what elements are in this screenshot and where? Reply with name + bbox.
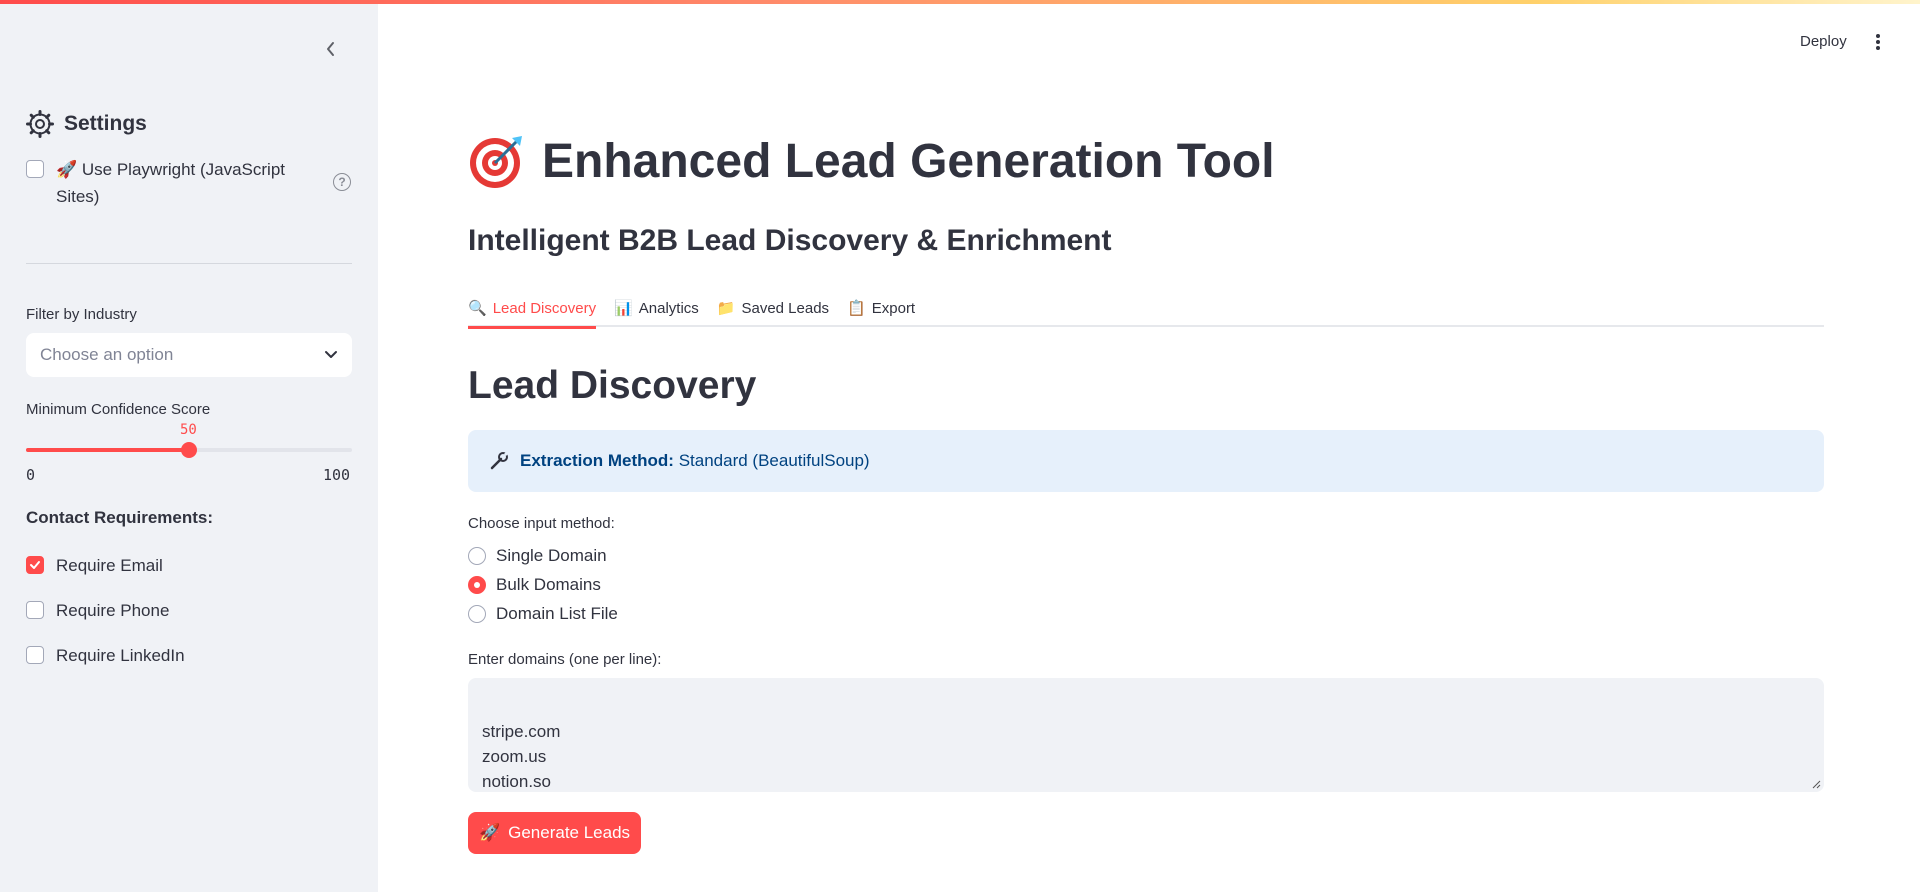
require-linkedin-checkbox-box[interactable] [26,646,44,664]
sidebar: Settings 🚀 Use Playwright (JavaScript Si… [0,0,378,892]
bar-chart-icon: 📊 [614,299,633,317]
settings-header: Settings [26,110,147,138]
wrench-icon [490,451,509,470]
require-email-checkbox-box[interactable] [26,556,44,574]
radio-button[interactable] [468,547,486,565]
require-email-label: Require Email [56,556,163,575]
playwright-checkbox-label: 🚀 Use Playwright (JavaScript Sites) [56,160,286,206]
radio-domain-list-file[interactable]: Domain List File [468,604,618,624]
extraction-method-value: Standard (BeautifulSoup) [678,451,870,470]
playwright-checkbox[interactable]: 🚀 Use Playwright (JavaScript Sites) [26,156,316,210]
collapse-sidebar-button[interactable] [318,36,344,62]
confidence-score-label: Minimum Confidence Score [26,401,211,418]
contact-requirements-title: Contact Requirements: [26,508,214,527]
radio-single-domain[interactable]: Single Domain [468,546,607,566]
tab-saved-leads[interactable]: 📁 Saved Leads [717,289,829,327]
confidence-slider-max: 100 [323,466,351,484]
tab-analytics[interactable]: 📊 Analytics [614,289,699,327]
chevron-down-icon [325,351,337,358]
domains-textarea[interactable]: stripe.com zoom.us notion.so [468,678,1824,792]
playwright-checkbox-box[interactable] [26,160,44,178]
confidence-slider[interactable] [26,442,352,458]
clipboard-icon: 📋 [847,299,866,317]
help-icon[interactable]: ? [333,173,351,191]
radio-button[interactable] [468,605,486,623]
domains-label: Enter domains (one per line): [468,651,662,668]
industry-filter-label: Filter by Industry [26,306,137,323]
folder-icon: 📁 [716,299,736,317]
radio-button[interactable] [468,576,486,594]
domains-textarea-value: stripe.com zoom.us notion.so [482,722,561,791]
radio-label: Single Domain [496,546,607,565]
settings-title: Settings [64,112,147,135]
header-decoration-stripe [0,0,1920,4]
tab-lead-discovery[interactable]: 🔍 Lead Discovery [468,289,597,329]
sidebar-divider [26,263,352,264]
tab-label: Lead Discovery [492,299,597,317]
require-linkedin-label: Require LinkedIn [56,646,185,665]
rocket-icon: 🚀 [478,823,501,843]
radio-label: Domain List File [496,604,618,623]
input-method-label: Choose input method: [468,515,615,532]
page-title: Enhanced Lead Generation Tool [468,132,1275,190]
require-linkedin-checkbox[interactable]: Require LinkedIn [26,642,185,669]
page-subtitle: Intelligent B2B Lead Discovery & Enrichm… [468,224,1112,257]
checkmark-icon [30,561,40,569]
require-phone-checkbox-box[interactable] [26,601,44,619]
confidence-slider-min: 0 [26,466,36,484]
gear-icon [26,110,54,138]
chevron-left-icon [327,42,334,56]
deploy-button[interactable]: Deploy [1800,33,1847,50]
resize-handle-icon[interactable] [1811,779,1821,789]
industry-select[interactable]: Choose an option [26,333,352,377]
target-icon [470,136,522,188]
generate-leads-label: Generate Leads [508,823,631,842]
page-title-text: Enhanced Lead Generation Tool [542,134,1275,188]
magnifier-icon: 🔍 [468,299,487,317]
require-phone-checkbox[interactable]: Require Phone [26,597,169,624]
extraction-method-info: Extraction Method: Standard (BeautifulSo… [468,430,1824,492]
confidence-slider-value: 50 [180,422,197,438]
tab-export[interactable]: 📋 Export [847,289,915,327]
tab-label: Export [871,299,916,317]
confidence-slider-fill [26,448,189,452]
require-email-checkbox[interactable]: Require Email [26,552,163,579]
main-menu-icon[interactable] [1872,31,1884,53]
radio-bulk-domains[interactable]: Bulk Domains [468,575,601,595]
industry-select-placeholder: Choose an option [40,345,174,364]
require-phone-label: Require Phone [56,601,170,620]
tab-label: Analytics [638,299,699,317]
section-title: Lead Discovery [468,364,757,407]
confidence-slider-thumb[interactable] [181,442,197,458]
radio-label: Bulk Domains [496,575,601,594]
tab-label: Saved Leads [741,299,830,317]
generate-leads-button[interactable]: 🚀 Generate Leads [468,812,641,854]
extraction-method-label: Extraction Method: [520,451,674,470]
tab-bar: 🔍 Lead Discovery 📊 Analytics 📁 Saved Lea… [468,289,1824,329]
